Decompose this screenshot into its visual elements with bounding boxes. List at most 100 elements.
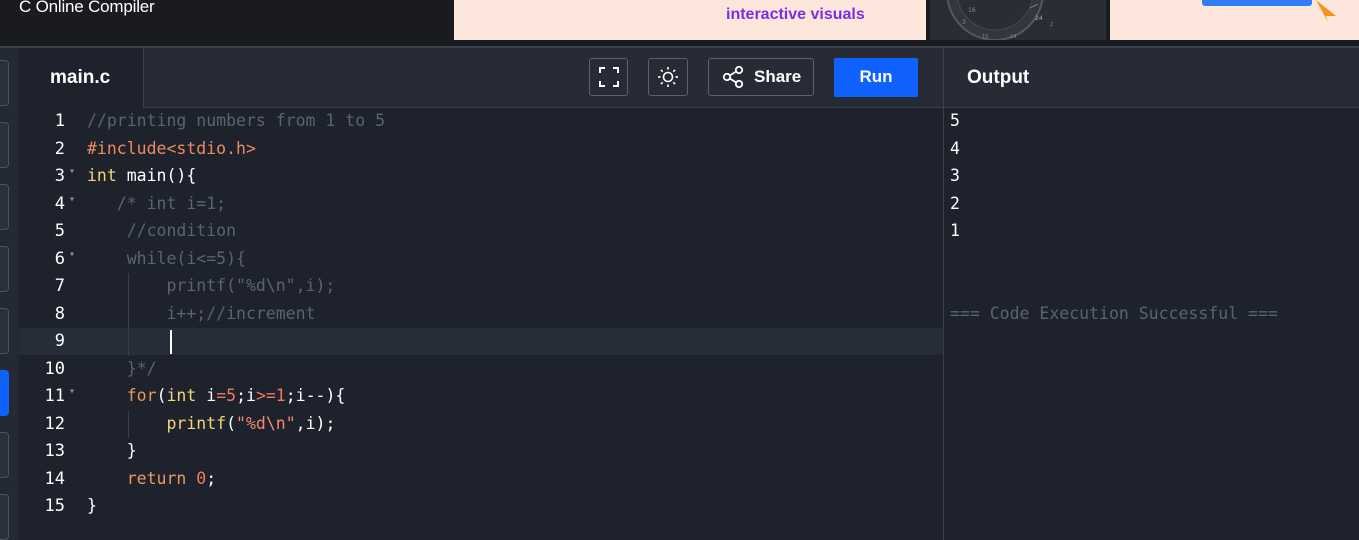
output-panel: Output 5 4 3 2 1 === Code Execution Successfu… bbox=[943, 48, 1359, 540]
language-button[interactable] bbox=[0, 308, 9, 354]
line-number: 7 bbox=[54, 276, 65, 296]
code-line[interactable]: 5 //condition bbox=[19, 218, 943, 245]
code-text: }*/ bbox=[87, 359, 157, 378]
language-button[interactable] bbox=[0, 432, 9, 478]
code-token: printf("%d\n",i); bbox=[87, 276, 336, 295]
file-tab[interactable]: main.c bbox=[19, 48, 144, 108]
code-line[interactable]: 15} bbox=[19, 493, 943, 520]
code-text: while(i<=5){ bbox=[87, 249, 246, 268]
share-icon bbox=[722, 65, 744, 89]
output-line: 5 bbox=[950, 111, 960, 130]
execution-status: === Code Execution Successful === bbox=[950, 303, 1278, 323]
code-line[interactable]: 14 return 0; bbox=[19, 466, 943, 493]
output-line: 4 bbox=[950, 138, 960, 158]
line-number: 10 bbox=[44, 358, 65, 379]
line-number: 8 bbox=[54, 303, 65, 324]
line-number: 15 bbox=[44, 496, 65, 516]
code-token: }*/ bbox=[87, 358, 157, 378]
language-button[interactable] bbox=[0, 494, 9, 540]
line-number: 1 bbox=[54, 111, 65, 131]
line-number: 11 bbox=[44, 386, 65, 406]
share-label: Share bbox=[754, 67, 802, 86]
code-token: >=1 bbox=[255, 386, 286, 405]
code-token: /* int i=1; bbox=[87, 193, 227, 213]
code-token: ,i); bbox=[295, 413, 336, 433]
code-area[interactable]: 1 //printing numbers from 1 to 5 2 #include… bbox=[19, 108, 943, 540]
svg-text:15: 15 bbox=[982, 34, 988, 40]
code-token: ; bbox=[206, 468, 217, 488]
code-token: //condition bbox=[87, 221, 237, 240]
language-button[interactable] bbox=[0, 246, 9, 292]
code-token: i++;//increment bbox=[87, 303, 316, 323]
code-text: return 0; bbox=[87, 469, 216, 488]
code-text: #include<stdio.h> bbox=[87, 139, 256, 158]
code-text: i++;//increment bbox=[87, 304, 315, 323]
language-button[interactable] bbox=[0, 60, 9, 106]
code-line[interactable]: 11 ▾ for(int i=5;i>=1;i--){ bbox=[19, 383, 943, 410]
code-line[interactable]: 10 }*/ bbox=[19, 356, 943, 383]
code-token: } bbox=[87, 441, 137, 460]
fold-arrow-icon[interactable]: ▾ bbox=[69, 386, 75, 397]
code-text: int main(){ bbox=[87, 166, 196, 185]
svg-text:24: 24 bbox=[1035, 15, 1043, 22]
language-button[interactable] bbox=[0, 184, 9, 230]
code-token: int bbox=[166, 386, 197, 405]
code-token: =5 bbox=[216, 386, 237, 405]
code-editor-panel: main.c Share Run 1 //printing numbers fr… bbox=[19, 48, 943, 540]
output-line: 2 bbox=[950, 193, 960, 213]
code-text: printf("%d\n",i); bbox=[87, 276, 335, 295]
code-line[interactable]: 7 printf("%d\n",i); bbox=[19, 273, 943, 300]
fold-arrow-icon[interactable]: ▾ bbox=[69, 166, 75, 177]
fullscreen-button[interactable] bbox=[589, 58, 628, 96]
editor-toolbar: main.c Share Run bbox=[19, 48, 943, 108]
language-button-c-active[interactable] bbox=[0, 370, 9, 416]
line-number: 4 bbox=[54, 193, 65, 214]
code-line[interactable]: 8 i++;//increment bbox=[19, 301, 943, 328]
line-number: 13 bbox=[44, 441, 65, 461]
code-line[interactable]: 3 ▾ int main(){ bbox=[19, 163, 943, 190]
code-token: int bbox=[87, 166, 117, 185]
code-token: main(){ bbox=[116, 166, 197, 185]
svg-text:14: 14 bbox=[1010, 34, 1016, 40]
code-line[interactable]: 6 ▾ while(i<=5){ bbox=[19, 246, 943, 273]
code-line[interactable]: 12 printf("%d\n",i); bbox=[19, 411, 943, 438]
ad-banner-1[interactable]: interactive visuals bbox=[454, 0, 926, 40]
line-number: 12 bbox=[44, 413, 65, 434]
ad-banner-2[interactable]: 3 16 24 15 14 2 bbox=[930, 0, 1106, 40]
code-token: for bbox=[126, 386, 157, 405]
code-text: //condition bbox=[87, 221, 236, 240]
code-text: for(int i=5;i>=1;i--){ bbox=[87, 386, 346, 405]
line-number: 14 bbox=[44, 468, 65, 489]
code-line[interactable]: 4 ▾ /* int i=1; bbox=[19, 191, 943, 218]
code-line[interactable]: 2 #include<stdio.h> bbox=[19, 136, 943, 163]
ad-banner-3[interactable] bbox=[1110, 0, 1359, 40]
indent-guide bbox=[128, 273, 129, 356]
indent-guide bbox=[128, 410, 129, 438]
run-label: Run bbox=[859, 67, 893, 86]
code-token: i bbox=[196, 386, 217, 405]
code-token: ;i bbox=[236, 386, 256, 405]
theme-toggle-button[interactable] bbox=[648, 58, 688, 96]
line-number: 9 bbox=[54, 331, 65, 351]
code-line[interactable]: 1 //printing numbers from 1 to 5 bbox=[19, 108, 943, 135]
sun-icon bbox=[658, 67, 678, 87]
svg-text:3: 3 bbox=[962, 19, 966, 26]
output-line: 3 bbox=[950, 166, 960, 185]
language-button[interactable] bbox=[0, 122, 9, 168]
line-number: 3 bbox=[54, 166, 65, 186]
code-line[interactable]: 9 bbox=[19, 328, 943, 355]
svg-text:16: 16 bbox=[968, 7, 976, 14]
code-token: "%d\n" bbox=[236, 413, 296, 433]
code-line[interactable]: 13 } bbox=[19, 438, 943, 465]
fold-arrow-icon[interactable]: ▾ bbox=[69, 194, 75, 205]
share-button[interactable]: Share bbox=[708, 58, 814, 96]
site-title[interactable]: C Online Compiler bbox=[19, 0, 155, 17]
language-sidebar bbox=[0, 48, 19, 540]
code-token: ( bbox=[156, 386, 167, 405]
fold-arrow-icon[interactable]: ▾ bbox=[69, 249, 75, 260]
run-button[interactable]: Run bbox=[834, 58, 918, 97]
